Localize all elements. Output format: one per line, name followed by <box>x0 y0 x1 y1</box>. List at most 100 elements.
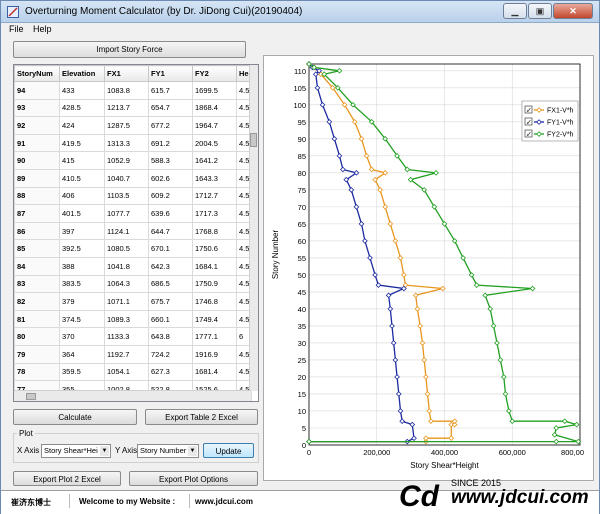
table-cell[interactable]: 397 <box>59 221 105 241</box>
table-cell[interactable]: 1777.1 <box>192 327 237 346</box>
row-header-cell[interactable]: 79 <box>14 344 60 364</box>
table-cell[interactable]: 374.5 <box>59 309 105 329</box>
table-cell[interactable]: 1071.1 <box>104 292 149 311</box>
row-header-cell[interactable]: 84 <box>14 256 60 276</box>
table-cell[interactable]: 1964.7 <box>192 116 237 135</box>
table-row[interactable]: 79 364 1192.7 724.2 1916.9 4.5 <box>14 344 253 364</box>
x-axis-select[interactable]: Story Shear*Hei ▼ <box>41 444 111 458</box>
table-cell[interactable]: 644.7 <box>148 221 193 241</box>
table-row[interactable]: 80 370 1133.3 643.8 1777.1 6 <box>14 327 253 346</box>
title-bar[interactable]: Overturning Moment Calculator (by Dr. Ji… <box>1 1 599 23</box>
table-row[interactable]: 93 428.5 1213.7 654.7 1868.4 4.5 <box>14 98 253 118</box>
table-row[interactable]: 81 374.5 1089.3 660.1 1749.4 4.5 <box>14 309 253 329</box>
table-cell[interactable]: 686.5 <box>148 274 193 294</box>
row-header-cell[interactable]: 90 <box>14 151 60 170</box>
table-cell[interactable]: 388 <box>59 256 105 276</box>
row-header-cell[interactable]: 82 <box>14 292 60 311</box>
menu-help[interactable]: Help <box>33 24 52 34</box>
table-cell[interactable]: 1080.5 <box>104 239 149 258</box>
export-table-button[interactable]: Export Table 2 Excel <box>145 409 258 425</box>
table-cell[interactable]: 675.7 <box>148 292 193 311</box>
status-url[interactable]: www.jdcui.com <box>195 497 253 506</box>
table-row[interactable]: 83 383.5 1064.3 686.5 1750.9 4.5 <box>14 274 253 294</box>
close-button[interactable]: ✕ <box>553 3 593 19</box>
table-row[interactable]: 91 419.5 1313.3 691.2 2004.5 4.5 <box>14 133 253 153</box>
column-header[interactable]: StoryNum <box>14 65 60 82</box>
y-axis-select[interactable]: Story Number ▼ <box>137 444 199 458</box>
table-cell[interactable]: 1717.3 <box>192 204 237 223</box>
row-header-cell[interactable]: 80 <box>14 327 60 346</box>
maximize-button[interactable]: ▣ <box>528 3 552 19</box>
table-row[interactable]: 89 410.5 1040.7 602.6 1643.3 4.5 <box>14 168 253 188</box>
table-cell[interactable]: 424 <box>59 116 105 135</box>
table-cell[interactable]: 1077.7 <box>104 204 149 223</box>
table-cell[interactable]: 401.5 <box>59 204 105 223</box>
row-header-cell[interactable]: 78 <box>14 362 60 382</box>
table-cell[interactable]: 724.2 <box>148 344 193 364</box>
table-row[interactable]: 87 401.5 1077.7 639.6 1717.3 4.5 <box>14 204 253 223</box>
table-row[interactable]: 78 359.5 1054.1 627.3 1681.4 4.5 <box>14 362 253 382</box>
row-header-cell[interactable]: 83 <box>14 274 60 294</box>
table-cell[interactable]: 433 <box>59 81 105 100</box>
table-cell[interactable]: 677.2 <box>148 116 193 135</box>
table-row[interactable]: 82 379 1071.1 675.7 1746.8 4.5 <box>14 292 253 311</box>
table-cell[interactable]: 370 <box>59 327 105 346</box>
table-cell[interactable]: 643.8 <box>148 327 193 346</box>
row-header-cell[interactable]: 87 <box>14 204 60 223</box>
table-cell[interactable]: 1684.1 <box>192 256 237 276</box>
row-header-cell[interactable]: 88 <box>14 186 60 206</box>
table-cell[interactable]: 428.5 <box>59 98 105 118</box>
column-header[interactable]: FY1 <box>148 65 193 82</box>
horizontal-scroll-thumb[interactable] <box>26 393 36 400</box>
vertical-scrollbar[interactable] <box>249 65 258 391</box>
row-header-cell[interactable]: 85 <box>14 239 60 258</box>
export-plot-options-button[interactable]: Export Plot Options <box>129 471 258 486</box>
table-cell[interactable]: 383.5 <box>59 274 105 294</box>
table-cell[interactable]: 1699.5 <box>192 81 237 100</box>
table-row[interactable]: 92 424 1287.5 677.2 1964.7 4.5 <box>14 116 253 135</box>
table-cell[interactable]: 1054.1 <box>104 362 149 382</box>
table-cell[interactable]: 1750.9 <box>192 274 237 294</box>
update-button[interactable]: Update <box>203 443 254 458</box>
table-cell[interactable]: 1213.7 <box>104 98 149 118</box>
export-plot-button[interactable]: Export Plot 2 Excel <box>13 471 121 486</box>
table-cell[interactable]: 1103.5 <box>104 186 149 206</box>
table-cell[interactable]: 1040.7 <box>104 168 149 188</box>
table-cell[interactable]: 419.5 <box>59 133 105 153</box>
column-header[interactable]: FY2 <box>192 65 237 82</box>
table-cell[interactable]: 1313.3 <box>104 133 149 153</box>
table-cell[interactable]: 1916.9 <box>192 344 237 364</box>
table-cell[interactable]: 1133.3 <box>104 327 149 346</box>
column-header[interactable]: Elevation <box>59 65 105 82</box>
table-cell[interactable]: 1041.8 <box>104 256 149 276</box>
table-cell[interactable]: 609.2 <box>148 186 193 206</box>
row-header-cell[interactable]: 93 <box>14 98 60 118</box>
row-header-cell[interactable]: 86 <box>14 221 60 241</box>
table-cell[interactable]: 1750.6 <box>192 239 237 258</box>
calculate-button[interactable]: Calculate <box>13 409 137 425</box>
table-cell[interactable]: 639.6 <box>148 204 193 223</box>
row-header-cell[interactable]: 94 <box>14 81 60 100</box>
table-cell[interactable]: 379 <box>59 292 105 311</box>
table-cell[interactable]: 392.5 <box>59 239 105 258</box>
table-cell[interactable]: 615.7 <box>148 81 193 100</box>
table-cell[interactable]: 1192.7 <box>104 344 149 364</box>
table-row[interactable]: 85 392.5 1080.5 670.1 1750.6 4.5 <box>14 239 253 258</box>
table-cell[interactable]: 1089.3 <box>104 309 149 329</box>
table-cell[interactable]: 1287.5 <box>104 116 149 135</box>
table-cell[interactable]: 415 <box>59 151 105 170</box>
table-cell[interactable]: 627.3 <box>148 362 193 382</box>
table-cell[interactable]: 1641.2 <box>192 151 237 170</box>
table-cell[interactable]: 1064.3 <box>104 274 149 294</box>
table-row[interactable]: 84 388 1041.8 642.3 1684.1 4.5 <box>14 256 253 276</box>
table-cell[interactable]: 364 <box>59 344 105 364</box>
table-cell[interactable]: 406 <box>59 186 105 206</box>
table-cell[interactable]: 1868.4 <box>192 98 237 118</box>
table-cell[interactable]: 1749.4 <box>192 309 237 329</box>
table-row[interactable]: 88 406 1103.5 609.2 1712.7 4.5 <box>14 186 253 206</box>
vertical-scroll-thumb[interactable] <box>250 133 257 147</box>
table-cell[interactable]: 660.1 <box>148 309 193 329</box>
row-header-cell[interactable]: 81 <box>14 309 60 329</box>
table-cell[interactable]: 410.5 <box>59 168 105 188</box>
table-cell[interactable]: 1124.1 <box>104 221 149 241</box>
